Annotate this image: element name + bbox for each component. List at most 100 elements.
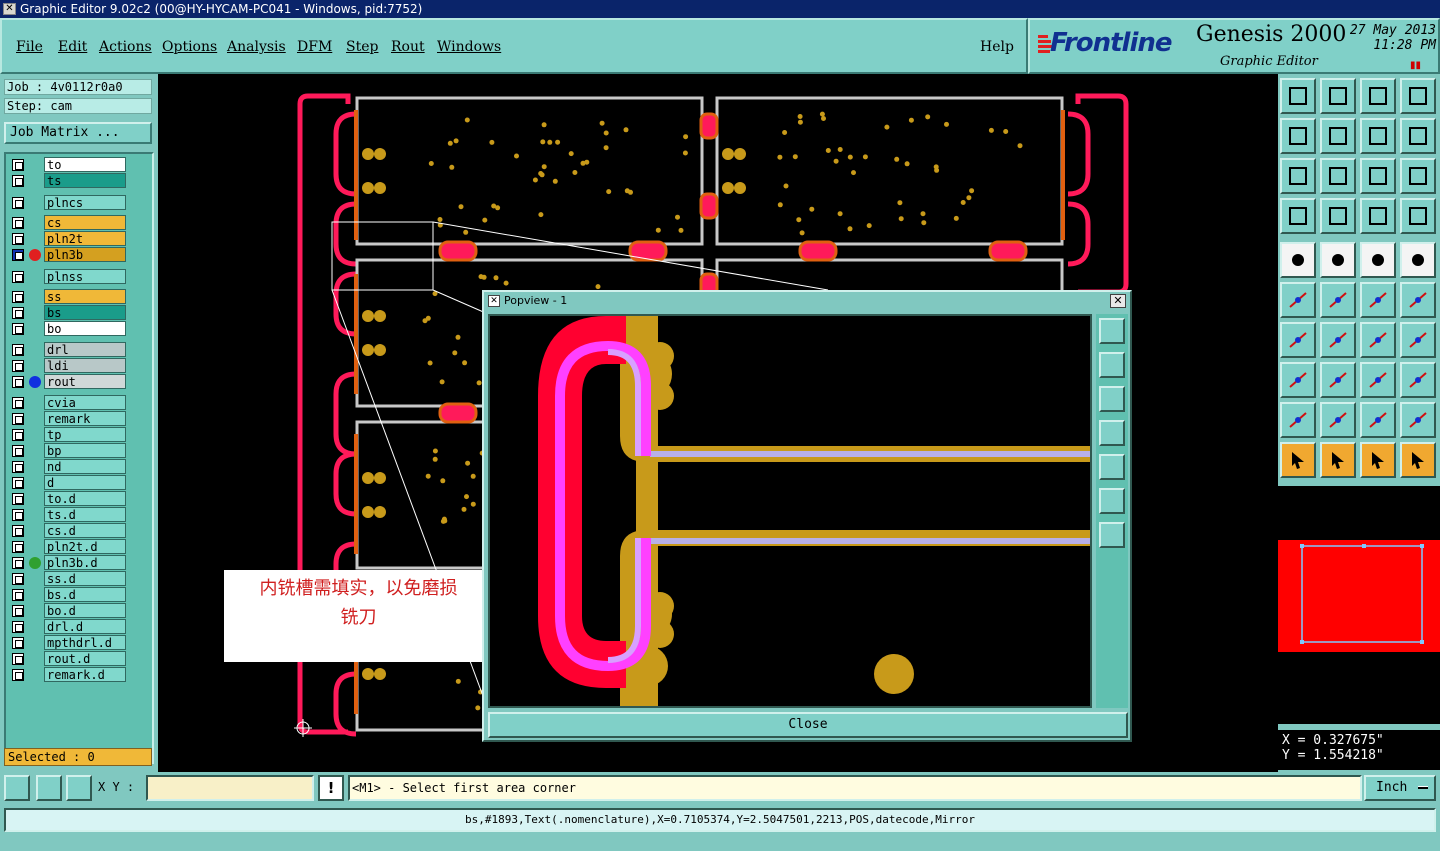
zoom-fit-button[interactable]: [1280, 158, 1316, 194]
layer-name[interactable]: pln3b.d: [44, 555, 126, 570]
layer-checkbox[interactable]: [12, 557, 24, 569]
layer-row-remark-d[interactable]: remark.d: [8, 667, 130, 682]
layer-checkbox[interactable]: [12, 429, 24, 441]
ruler-button[interactable]: [1360, 242, 1396, 278]
redraw-button[interactable]: [1400, 118, 1436, 154]
zoom-home-button[interactable]: [1280, 78, 1316, 114]
pad-square-button[interactable]: [1280, 362, 1316, 398]
arc-1-button[interactable]: [1280, 402, 1316, 438]
layer-row-drl-d[interactable]: drl.d: [8, 619, 130, 634]
line-cut-button[interactable]: [1320, 362, 1356, 398]
layer-checkbox[interactable]: [12, 159, 24, 171]
alert-icon[interactable]: !: [318, 775, 344, 801]
arc-3-button[interactable]: [1360, 402, 1396, 438]
layer-row-ss-d[interactable]: ss.d: [8, 571, 130, 586]
menu-actions[interactable]: Actions: [99, 39, 152, 55]
layer-name[interactable]: cs.d: [44, 523, 126, 538]
layer-checkbox[interactable]: [12, 621, 24, 633]
layer-name[interactable]: bp: [44, 443, 126, 458]
layer-checkbox[interactable]: [12, 493, 24, 505]
layer-checkbox[interactable]: [12, 509, 24, 521]
layer-row-bp[interactable]: bp: [8, 443, 130, 458]
unit-select[interactable]: Inch: [1364, 775, 1436, 801]
grid-button[interactable]: [66, 775, 92, 801]
edit-node-button[interactable]: [1400, 282, 1436, 318]
layer-row-nd[interactable]: nd: [8, 459, 130, 474]
layer-checkbox[interactable]: [12, 653, 24, 665]
popview-canvas[interactable]: [488, 314, 1092, 708]
route-button[interactable]: [1400, 442, 1436, 478]
layer-row-bo[interactable]: bo: [8, 321, 130, 336]
layer-checkbox[interactable]: [12, 589, 24, 601]
job-matrix-button[interactable]: Job Matrix ...: [4, 122, 152, 144]
connect-button[interactable]: [1280, 282, 1316, 318]
layer-checkbox[interactable]: [12, 344, 24, 356]
layer-checkbox[interactable]: [12, 397, 24, 409]
layer-checkbox[interactable]: [12, 323, 24, 335]
pointer-button[interactable]: [1280, 442, 1316, 478]
layer-checkbox[interactable]: [12, 249, 24, 261]
layer-row-pln3b-d[interactable]: pln3b.d: [8, 555, 130, 570]
layer-checkbox[interactable]: [12, 291, 24, 303]
pan-right-button[interactable]: [1320, 118, 1356, 154]
pan-left-button[interactable]: [1280, 118, 1316, 154]
layer-checkbox[interactable]: [12, 175, 24, 187]
layer-row-bs[interactable]: bs: [8, 305, 130, 320]
layer-checkbox[interactable]: [12, 541, 24, 553]
layer-row-d[interactable]: d: [8, 475, 130, 490]
layer-name[interactable]: cs: [44, 215, 126, 230]
layer-name[interactable]: ss: [44, 289, 126, 304]
layer-checkbox[interactable]: [12, 573, 24, 585]
layer-row-bo-d[interactable]: bo.d: [8, 603, 130, 618]
layer-checkbox[interactable]: [12, 637, 24, 649]
layer-row-mpthdrl-d[interactable]: mpthdrl.d: [8, 635, 130, 650]
arc-2-button[interactable]: [1320, 402, 1356, 438]
rotate-button[interactable]: [1360, 322, 1396, 358]
select-feature-button[interactable]: [1280, 242, 1316, 278]
delete-node-button[interactable]: [1320, 282, 1356, 318]
layer-row-ts[interactable]: ts: [8, 173, 130, 188]
menu-options[interactable]: Options: [162, 39, 217, 55]
layer-checkbox[interactable]: [12, 605, 24, 617]
measure-button[interactable]: [36, 775, 62, 801]
layer-name[interactable]: pln2t: [44, 231, 126, 246]
layer-checkbox[interactable]: [12, 233, 24, 245]
one-to-two-button[interactable]: [1360, 158, 1396, 194]
close-icon[interactable]: ✕: [1110, 294, 1126, 308]
layer-name[interactable]: d: [44, 475, 126, 490]
flip-button[interactable]: [1360, 118, 1396, 154]
grid-button[interactable]: [1320, 198, 1356, 234]
menu-edit[interactable]: Edit: [58, 39, 87, 55]
layer-name[interactable]: bs.d: [44, 587, 126, 602]
layer-row-cs[interactable]: cs: [8, 215, 130, 230]
layer-row-remark[interactable]: remark: [8, 411, 130, 426]
xy-input[interactable]: [146, 775, 314, 801]
menu-file[interactable]: File: [16, 39, 43, 55]
menu-analysis[interactable]: Analysis: [227, 39, 286, 55]
layers-alt-button[interactable]: [1400, 198, 1436, 234]
layer-name[interactable]: bs: [44, 305, 126, 320]
layer-checkbox[interactable]: [12, 445, 24, 457]
layer-name[interactable]: drl.d: [44, 619, 126, 634]
popview-pan-up-button[interactable]: [1099, 352, 1125, 378]
arc-4-button[interactable]: [1400, 402, 1436, 438]
move-node-button[interactable]: [1360, 282, 1396, 318]
menu-windows[interactable]: Windows: [437, 39, 501, 55]
layer-row-pln3b[interactable]: pln3b: [8, 247, 130, 262]
layer-row-ldi[interactable]: ldi: [8, 358, 130, 373]
layer-name[interactable]: ldi: [44, 358, 126, 373]
layer-row-cs-d[interactable]: cs.d: [8, 523, 130, 538]
layer-name[interactable]: cvia: [44, 395, 126, 410]
zoom-area-button[interactable]: [1320, 78, 1356, 114]
help-query-button[interactable]: [1400, 158, 1436, 194]
layer-name[interactable]: to.d: [44, 491, 126, 506]
layer-row-plncs[interactable]: plncs: [8, 195, 130, 210]
measure-box-button[interactable]: [1360, 362, 1396, 398]
layer-checkbox[interactable]: [12, 376, 24, 388]
layer-name[interactable]: drl: [44, 342, 126, 357]
layer-row-pln2t-d[interactable]: pln2t.d: [8, 539, 130, 554]
layer-name[interactable]: mpthdrl.d: [44, 635, 126, 650]
center-button[interactable]: [1320, 158, 1356, 194]
layer-checkbox[interactable]: [12, 217, 24, 229]
popview-pan-right-button[interactable]: [1099, 454, 1125, 480]
